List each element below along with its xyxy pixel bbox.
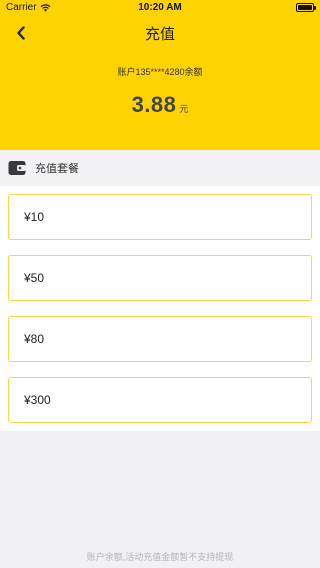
wallet-icon <box>8 161 26 175</box>
plan-option-10[interactable]: ¥10 <box>8 194 312 240</box>
plan-label: ¥50 <box>24 271 45 285</box>
plan-list: ¥10 ¥50 ¥80 ¥300 <box>0 186 320 431</box>
plan-label: ¥80 <box>24 332 45 346</box>
navbar: 充值 <box>0 18 320 46</box>
plan-option-300[interactable]: ¥300 <box>8 377 312 423</box>
plan-option-80[interactable]: ¥80 <box>8 316 312 362</box>
section-title: 充值套餐 <box>35 163 79 175</box>
plan-option-50[interactable]: ¥50 <box>8 255 312 301</box>
header: Carrier 10:20 AM 充值 账户135****4280余额 3.88… <box>0 0 320 150</box>
plan-label: ¥300 <box>24 393 51 407</box>
plan-label: ¥10 <box>24 210 45 224</box>
page-title: 充值 <box>144 26 175 43</box>
status-time: 10:20 AM <box>138 2 182 13</box>
account-label: 账户135****4280余额 <box>117 67 203 77</box>
battery-icon <box>296 3 316 12</box>
footer-note: 账户余额,活动充值金额暂不支持提现 <box>86 552 234 562</box>
section-header: 充值套餐 <box>0 150 320 186</box>
balance-amount: 3.88 <box>131 92 177 117</box>
balance-unit: 元 <box>179 104 189 114</box>
balance: 3.88 元 <box>0 92 320 118</box>
status-bar: Carrier 10:20 AM <box>0 0 320 16</box>
